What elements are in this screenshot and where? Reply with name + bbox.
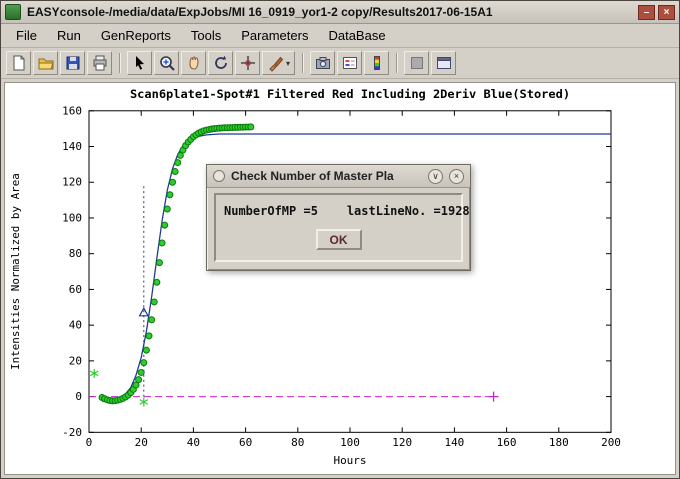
open-file-button[interactable] [33,51,58,75]
svg-text:40: 40 [69,319,82,332]
svg-text:200: 200 [601,436,621,449]
check-master-plates-dialog: Check Number of Master Pla ∨ × NumberOfM… [206,164,471,271]
app-window: EASYconsole-/media/data/ExpJobs/MI 16_09… [0,0,680,479]
arrow-cursor-icon [131,54,149,72]
hand-icon [185,54,203,72]
floppy-disk-icon [64,54,82,72]
svg-text:80: 80 [291,436,304,449]
menu-genreports[interactable]: GenReports [92,26,180,45]
toolbar-separator [119,53,120,73]
svg-text:160: 160 [62,104,82,117]
svg-text:0: 0 [75,390,82,403]
svg-text:0: 0 [86,436,93,449]
window-controls: – × [638,5,675,20]
dialog-icon [213,170,225,182]
new-file-button[interactable] [6,51,31,75]
chevron-down-icon: ▾ [286,59,290,68]
colorbar-icon [368,54,386,72]
svg-text:20: 20 [69,354,82,367]
svg-text:140: 140 [444,436,464,449]
open-folder-icon [37,54,55,72]
plot-tools-button[interactable] [404,51,429,75]
rotate-3d-button[interactable] [208,51,233,75]
insert-legend-button[interactable] [337,51,362,75]
dialog-title-bar: Check Number of Master Pla ∨ × [207,165,470,188]
menu-file[interactable]: File [7,26,46,45]
menu-database[interactable]: DataBase [319,26,394,45]
dialog-body: NumberOfMP =5 lastLineNo. =1928 OK [214,193,463,262]
rotate-3d-icon [212,54,230,72]
svg-text:100: 100 [340,436,360,449]
svg-text:60: 60 [69,283,82,296]
print-button[interactable] [87,51,112,75]
svg-text:160: 160 [497,436,517,449]
plot-tools-icon [408,54,426,72]
menu-tools[interactable]: Tools [182,26,230,45]
ok-button[interactable]: OK [316,229,362,250]
window-title: EASYconsole-/media/data/ExpJobs/MI 16_09… [27,5,493,19]
svg-text:40: 40 [187,436,200,449]
svg-text:Scan6plate1-Spot#1 Filtered Re: Scan6plate1-Spot#1 Filtered Red Includin… [130,87,570,101]
svg-text:100: 100 [62,211,82,224]
menu-run[interactable]: Run [48,26,90,45]
zoom-in-button[interactable] [154,51,179,75]
svg-text:-20: -20 [62,426,82,439]
svg-text:Hours: Hours [333,454,366,467]
crosshair-icon [239,54,257,72]
toolbar-separator [396,53,397,73]
data-cursor-button[interactable] [235,51,260,75]
svg-text:20: 20 [135,436,148,449]
dialog-close-button[interactable]: × [449,169,464,184]
edit-cursor-button[interactable] [127,51,152,75]
dialog-message: NumberOfMP =5 lastLineNo. =1928 [224,204,470,218]
menu-bar: File Run GenReports Tools Parameters Dat… [1,24,679,48]
svg-text:60: 60 [239,436,252,449]
svg-text:120: 120 [62,176,82,189]
brush-icon [267,54,285,72]
zoom-in-icon [158,54,176,72]
save-button[interactable] [60,51,85,75]
legend-icon [341,54,359,72]
new-file-icon [10,54,28,72]
svg-text:120: 120 [392,436,412,449]
camera-icon [314,54,332,72]
svg-text:Intensities Normalized by Area: Intensities Normalized by Area [9,173,22,370]
svg-text:80: 80 [69,247,82,260]
menu-parameters[interactable]: Parameters [232,26,317,45]
figure-panel: 0 20 40 60 80 100 120 140 160 180 200 -20 0 20 40 60 80 1… [4,82,676,475]
printer-icon [91,54,109,72]
chart-canvas[interactable]: 0 20 40 60 80 100 120 140 160 180 200 -20 0 20 40 60 80 1… [5,83,675,474]
toolbar: ▾ [1,48,679,79]
minimize-button[interactable]: – [638,5,655,20]
dialog-title: Check Number of Master Pla [231,169,422,183]
dock-figure-button[interactable] [431,51,456,75]
title-bar: EASYconsole-/media/data/ExpJobs/MI 16_09… [1,1,679,24]
brush-button[interactable]: ▾ [262,51,295,75]
close-button[interactable]: × [658,5,675,20]
copy-figure-button[interactable] [310,51,335,75]
pan-button[interactable] [181,51,206,75]
dock-window-icon [435,54,453,72]
dialog-rollup-button[interactable]: ∨ [428,169,443,184]
svg-text:180: 180 [549,436,569,449]
app-icon [5,4,21,20]
toolbar-separator [302,53,303,73]
svg-text:140: 140 [62,140,82,153]
insert-colorbar-button[interactable] [364,51,389,75]
